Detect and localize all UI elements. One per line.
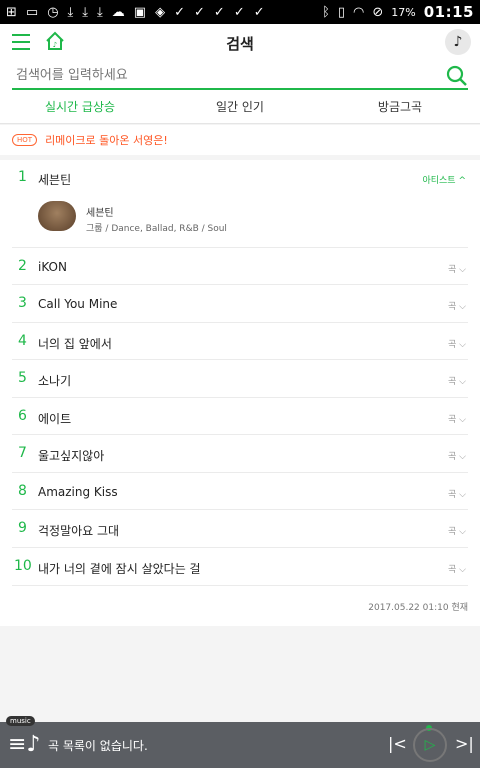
image-icon: ▣ [133,4,147,20]
clock: 01:15 [423,3,474,21]
list-item[interactable]: 7 울고싶지않아 곡 ⌵ [12,435,468,473]
list-item[interactable]: 9 걱정말아요 그대 곡 ⌵ [12,510,468,548]
next-icon[interactable]: >| [455,734,474,753]
download-icon: ⤓ [67,4,74,20]
vibrate-icon: ▯ [337,4,346,20]
list-item[interactable]: 8 Amazing Kiss 곡 ⌵ [12,473,468,510]
app-header: ♪ 검색 ♪ [0,24,480,62]
rank-number: 7 [18,445,27,461]
playlist-icon[interactable]: ≡♪ [8,732,40,757]
rank-number: 10 [14,558,32,574]
check-icon: ✓ [194,4,205,20]
tab-just-that-song[interactable]: 방금그곡 [320,92,480,123]
item-title: 너의 집 앞에서 [38,337,112,351]
update-timestamp: 2017.05.22 01:10 현재 [368,603,468,613]
bluetooth-icon: ᛒ [322,4,330,20]
artist-genre: 그룹 / Dance, Ballad, R&B / Soul [86,224,227,234]
rank-number: 2 [18,258,27,274]
hot-text[interactable]: 리메이크로 돌아온 서영은! [45,132,168,148]
item-type[interactable]: 곡 ⌵ [448,337,466,350]
item-type[interactable]: 곡 ⌵ [448,412,466,425]
alarm-icon: ◷ [47,4,59,20]
mini-player: music ≡♪ 곡 목록이 없습니다. |< ▷ >| [0,716,480,768]
list-item[interactable]: 5 소나기 곡 ⌵ [12,360,468,398]
tab-realtime-rising[interactable]: 실시간 급상승 [0,92,160,123]
search-input[interactable] [12,62,468,90]
item-type[interactable]: 곡 ⌵ [448,449,466,462]
list-item[interactable]: 10 내가 너의 곁에 잠시 살았다는 걸 곡 ⌵ [12,548,468,586]
item-type[interactable]: 곡 ⌵ [448,487,466,500]
status-bar: ⊞ ▭ ◷ ⤓ ⤓ ⤓ ☁ ▣ ◈ ✓ ✓ ✓ ✓ ✓ ᛒ ▯ ◠ ⊘ 17% … [0,0,480,24]
item-title: 에이트 [38,412,72,426]
battery-level: 17% [391,5,416,19]
check-icon: ✓ [253,4,265,20]
rank-number: 9 [18,520,27,536]
item-type[interactable]: 곡 ⌵ [448,524,466,537]
rank-number: 4 [18,333,27,349]
shield-icon: ◈ [155,4,166,20]
status-right-icons: ᛒ ▯ ◠ ⊘ 17% 01:15 [322,3,474,21]
status-left-icons: ⊞ ▭ ◷ ⤓ ⤓ ⤓ ☁ ▣ ◈ ✓ ✓ ✓ ✓ ✓ [6,6,265,19]
item-title: 세븐틴 [38,173,72,187]
plus-box-icon: ⊞ [6,4,17,20]
item-type[interactable]: 곡 ⌵ [448,262,466,275]
previous-icon[interactable]: |< [388,734,407,753]
rank-number: 6 [18,408,27,424]
artist-name: 세븐틴 [86,208,114,219]
artist-avatar[interactable] [38,201,76,231]
search-bar [0,62,480,92]
cloud-icon: ☁ [111,4,125,20]
check-icon: ✓ [233,4,245,20]
list-item[interactable]: 6 에이트 곡 ⌵ [12,398,468,435]
download-icon: ⤓ [82,4,89,20]
item-title: Call You Mine [38,297,118,311]
item-type[interactable]: 곡 ⌵ [448,299,466,312]
list-item[interactable]: 2 iKON 곡 ⌵ [12,248,468,285]
item-title: 울고싶지않아 [38,449,105,463]
music-tag: music [6,716,35,726]
tab-daily-popular[interactable]: 일간 인기 [160,92,320,123]
list-item[interactable]: 4 너의 집 앞에서 곡 ⌵ [12,323,468,360]
rank-number: 3 [18,295,27,311]
item-title: Amazing Kiss [38,485,118,499]
wifi-icon: ◠ [353,4,365,20]
check-icon: ✓ [213,4,225,20]
rank-number: 8 [18,483,27,499]
item-type[interactable]: 곡 ⌵ [448,562,466,575]
rank-number: 5 [18,370,27,386]
tab-bar: 실시간 급상승 일간 인기 방금그곡 [0,92,480,124]
play-button[interactable]: ▷ [413,728,447,762]
rank-number: 1 [18,169,27,185]
hot-badge: HOT [12,134,38,146]
no-disturb-icon: ⊘ [372,4,384,20]
search-icon[interactable] [446,65,468,87]
item-type[interactable]: 곡 ⌵ [448,374,466,387]
item-title: 내가 너의 곁에 잠시 살았다는 걸 [38,562,201,576]
trending-list: 1 세븐틴 아티스트 ^ 세븐틴 그룹 / Dance, Ballad, R&B… [0,160,480,626]
cast-icon: ▭ [25,4,39,20]
list-item[interactable]: 3 Call You Mine 곡 ⌵ [12,285,468,323]
item-type[interactable]: 아티스트 ^ [422,173,466,186]
item-title: 걱정말아요 그대 [38,524,120,538]
music-note-icon[interactable]: ♪ [445,29,471,55]
download-icon: ⤓ [97,4,103,20]
check-icon: ✓ [174,4,185,20]
hot-banner[interactable]: HOT 리메이크로 돌아온 서영은! [0,125,480,155]
page-title: 검색 [226,35,254,53]
item-title: 소나기 [38,374,72,388]
list-item[interactable]: 1 세븐틴 아티스트 ^ 세븐틴 그룹 / Dance, Ballad, R&B… [12,160,468,248]
item-title: iKON [38,260,67,274]
player-status: 곡 목록이 없습니다. [48,739,148,753]
